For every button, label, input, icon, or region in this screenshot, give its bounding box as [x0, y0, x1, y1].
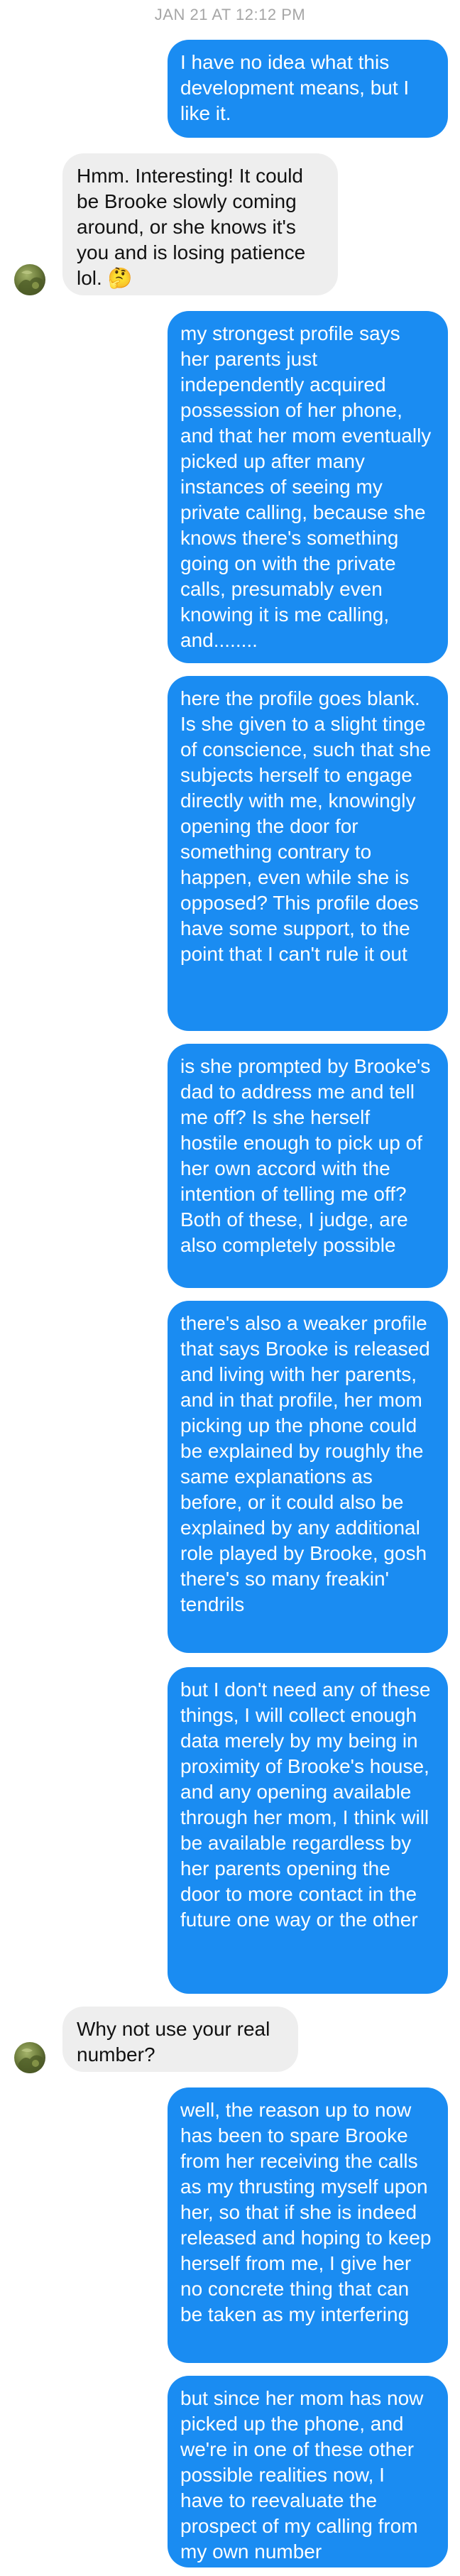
outgoing-message-bubble[interactable]: I have no idea what this development mea…: [168, 40, 448, 138]
message-timestamp: JAN 21 AT 12:12 PM: [154, 6, 306, 23]
conversation-thread: JAN 21 AT 12:12 PM I have no idea what t…: [0, 0, 460, 2576]
outgoing-message-bubble[interactable]: here the profile goes blank. Is she give…: [168, 676, 448, 1031]
outgoing-message-bubble[interactable]: there's also a weaker profile that says …: [168, 1301, 448, 1653]
incoming-message-bubble[interactable]: Hmm. Interesting! It could be Brooke slo…: [62, 153, 338, 295]
incoming-message-bubble[interactable]: Why not use your real number?: [62, 2007, 298, 2072]
outgoing-message-bubble[interactable]: but since her mom has now picked up the …: [168, 2376, 448, 2567]
contact-avatar-icon[interactable]: [14, 2042, 45, 2073]
outgoing-message-bubble[interactable]: is she prompted by Brooke's dad to addre…: [168, 1044, 448, 1288]
outgoing-message-bubble[interactable]: but I don't need any of these things, I …: [168, 1667, 448, 1994]
outgoing-message-bubble[interactable]: well, the reason up to now has been to s…: [168, 2087, 448, 2363]
outgoing-message-bubble[interactable]: my strongest profile says her parents ju…: [168, 311, 448, 663]
contact-avatar-icon[interactable]: [14, 264, 45, 295]
